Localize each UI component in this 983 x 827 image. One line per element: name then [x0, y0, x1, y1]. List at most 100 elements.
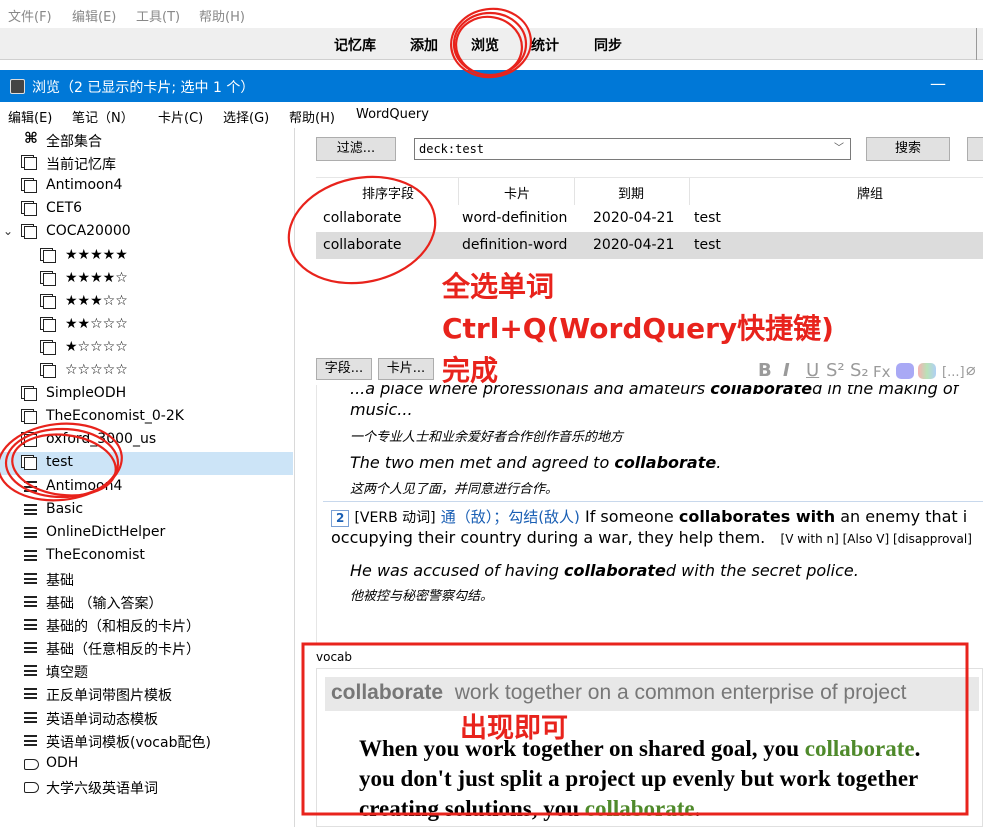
- sidebar-item[interactable]: ★★★★★: [0, 245, 293, 268]
- highlight-color-icon[interactable]: [918, 363, 936, 379]
- sense-divider: [323, 501, 983, 502]
- chevron-down-icon[interactable]: ﹀: [834, 139, 844, 159]
- sidebar-item[interactable]: ODH: [0, 753, 293, 776]
- cards-button[interactable]: 卡片...: [378, 358, 434, 380]
- text-color-icon[interactable]: [896, 363, 914, 379]
- sidebar-item[interactable]: oxford_3000_us: [0, 429, 293, 452]
- column-deck[interactable]: 牌组: [857, 183, 883, 202]
- sidebar-item[interactable]: ★☆☆☆☆: [0, 337, 293, 360]
- toolbar-divider: [976, 28, 977, 60]
- sidebar-item-label: ★★★★★: [65, 246, 128, 263]
- clear-format-button[interactable]: Fx: [873, 363, 891, 381]
- sidebar-item[interactable]: TheEconomist: [0, 545, 293, 568]
- sidebar-item[interactable]: Antimoon4: [0, 175, 293, 198]
- search-button[interactable]: 搜索: [866, 137, 950, 161]
- column-divider: [574, 178, 575, 205]
- sidebar-item[interactable]: ★★★★☆: [0, 268, 293, 291]
- toolbar-browse[interactable]: 浏览: [471, 35, 499, 55]
- sidebar-item-label: test: [46, 454, 73, 471]
- vocab-example-line: creating solutions, you collaborate.: [359, 796, 701, 821]
- menu-file[interactable]: 文件(F): [8, 6, 52, 25]
- cell-card: word-definition: [462, 210, 568, 226]
- minimize-icon[interactable]: —: [930, 74, 946, 93]
- table-row[interactable]: collaborate definition-word 2020-04-21 t…: [316, 232, 983, 259]
- attach-icon[interactable]: ⌀: [966, 360, 976, 379]
- sidebar-item-label: 基础的（和相反的卡片）: [46, 619, 200, 636]
- superscript-button[interactable]: S²: [826, 360, 845, 381]
- deck-icon: [24, 226, 37, 240]
- sidebar-item[interactable]: Antimoon4: [0, 476, 293, 499]
- sidebar-item[interactable]: 基础 （输入答案）: [0, 591, 293, 614]
- underline-button[interactable]: U: [806, 360, 819, 381]
- sidebar-item[interactable]: 英语单词动态模板: [0, 707, 293, 730]
- fields-button[interactable]: 字段...: [316, 358, 372, 380]
- column-due[interactable]: 到期: [618, 183, 644, 202]
- example-translation: 一个专业人士和业余爱好者合作创作音乐的地方: [350, 430, 624, 445]
- toolbar-add[interactable]: 添加: [410, 35, 438, 55]
- sidebar-item-label: ★★☆☆☆: [65, 315, 128, 332]
- sidebar-item[interactable]: 基础（任意相反的卡片）: [0, 637, 293, 660]
- menu-edit[interactable]: 编辑(E): [8, 107, 52, 126]
- main-menubar: 文件(F) 编辑(E) 工具(T) 帮助(H): [0, 0, 983, 28]
- cell-deck: test: [694, 237, 721, 253]
- sense-definition-line2: occupying their country during a war, th…: [331, 528, 972, 547]
- sidebar-item[interactable]: ★★☆☆☆: [0, 314, 293, 337]
- subscript-button[interactable]: S₂: [850, 360, 869, 381]
- sidebar-item[interactable]: 英语单词模板(vocab配色): [0, 730, 293, 753]
- deck-icon: [43, 341, 56, 355]
- preview-button[interactable]: [967, 137, 983, 161]
- column-card[interactable]: 卡片: [504, 183, 530, 202]
- menu-wordquery[interactable]: WordQuery: [356, 107, 429, 122]
- menu-select[interactable]: 选择(G): [223, 107, 269, 126]
- sidebar-item[interactable]: Basic: [0, 499, 293, 522]
- deck-icon: [24, 157, 37, 171]
- definition-field[interactable]: ...a place where professionals and amate…: [316, 385, 983, 645]
- sidebar-item-label: SimpleODH: [46, 385, 127, 402]
- sidebar-item[interactable]: test: [0, 452, 293, 476]
- toolbar-stats[interactable]: 统计: [531, 35, 559, 55]
- column-sort-field[interactable]: 排序字段: [362, 183, 414, 202]
- sidebar-item-label: ☆☆☆☆☆: [65, 362, 128, 378]
- deck-icon: [24, 411, 37, 425]
- toolbar-sync[interactable]: 同步: [594, 35, 622, 55]
- vocab-example-line: you don't just split a project up evenly…: [359, 766, 919, 791]
- sidebar-item[interactable]: TheEconomist_0-2K: [0, 406, 293, 429]
- sidebar-item[interactable]: 大学六级英语单词: [0, 776, 293, 799]
- sidebar-item[interactable]: 基础的（和相反的卡片）: [0, 614, 293, 637]
- sidebar-item[interactable]: ☆☆☆☆☆: [0, 360, 293, 383]
- sidebar-item-label: 当前记忆库: [46, 157, 116, 174]
- chevron-down-icon[interactable]: ⌄: [3, 224, 13, 238]
- menu-tools[interactable]: 工具(T): [136, 6, 180, 25]
- bold-button[interactable]: B: [758, 360, 772, 381]
- sidebar-item[interactable]: CET6: [0, 198, 293, 221]
- sidebar-item-label: ODH: [46, 754, 79, 771]
- sidebar-item[interactable]: ⌄ COCA20000: [0, 221, 293, 244]
- menu-cards[interactable]: 卡片(C): [158, 107, 203, 126]
- sidebar-item[interactable]: 正反单词带图片模板: [0, 683, 293, 706]
- sidebar-item-label: OnlineDictHelper: [46, 523, 166, 540]
- search-input[interactable]: deck:test ﹀: [414, 138, 851, 160]
- toolbar-decks[interactable]: 记忆库: [334, 35, 376, 55]
- menu-edit[interactable]: 编辑(E): [72, 6, 116, 25]
- sense-definition: 2 [VERB 动词] 通（敌）；勾结(敌人) If someone colla…: [331, 506, 967, 527]
- sidebar-item[interactable]: SimpleODH: [0, 383, 293, 406]
- cloze-button[interactable]: [...]: [942, 365, 965, 380]
- sidebar-item[interactable]: 当前记忆库: [0, 152, 293, 175]
- tag-icon: [24, 758, 39, 770]
- deck-icon: [43, 365, 56, 378]
- tag-icon: [24, 781, 39, 793]
- sidebar-item[interactable]: OnlineDictHelper: [0, 522, 293, 545]
- filter-button[interactable]: 过滤...: [316, 137, 396, 161]
- menu-help[interactable]: 帮助(H): [199, 6, 245, 25]
- sidebar-item-label: TheEconomist_0-2K: [46, 408, 184, 425]
- sidebar-item-label: 全部集合: [46, 134, 102, 150]
- sidebar-item[interactable]: 基础: [0, 568, 293, 591]
- vocab-field[interactable]: collaborate work together on a common en…: [316, 668, 983, 827]
- sidebar-item[interactable]: ★★★☆☆: [0, 291, 293, 314]
- table-row[interactable]: collaborate word-definition 2020-04-21 t…: [316, 205, 983, 232]
- sidebar-item[interactable]: 填空题: [0, 660, 293, 683]
- italic-button[interactable]: I: [783, 360, 790, 381]
- menu-help[interactable]: 帮助(H): [289, 107, 335, 126]
- sidebar-item[interactable]: ⌘ 全部集合: [0, 129, 293, 152]
- menu-notes[interactable]: 笔记（N）: [72, 107, 134, 126]
